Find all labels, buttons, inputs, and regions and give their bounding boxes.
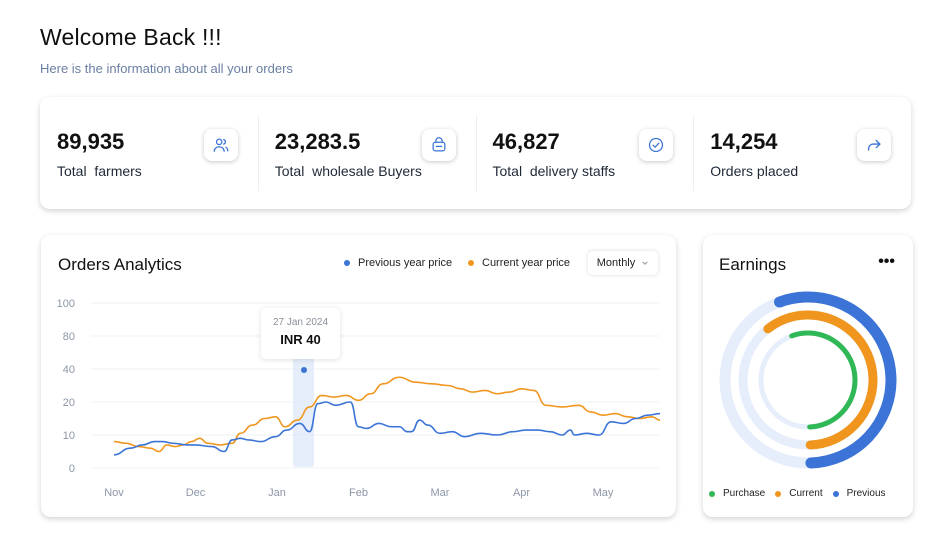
legend-dot xyxy=(775,490,782,497)
y-tick-label: 100 xyxy=(57,298,75,310)
stat-label: Total wholesale Buyers xyxy=(274,163,422,179)
y-tick-label: 80 xyxy=(63,331,75,343)
tooltip-date: 27 Jan 2024 xyxy=(272,317,329,328)
stat-label: Orders placed xyxy=(710,163,799,179)
stat-value: 14,254 xyxy=(710,129,778,154)
x-tick-label: Nov xyxy=(104,487,124,499)
page-title: Welcome Back !!! xyxy=(40,24,222,50)
legend-previous: Previous xyxy=(832,488,886,499)
users-icon[interactable] xyxy=(203,129,238,161)
x-tick-label: Dec xyxy=(186,487,206,499)
x-tick-label: Jan xyxy=(268,487,286,499)
series-current-line xyxy=(113,376,661,453)
x-tick-label: May xyxy=(593,487,614,499)
legend-purchase-label: Purchase xyxy=(723,488,766,499)
x-tick-label: Feb xyxy=(349,487,368,499)
legend-dot xyxy=(832,490,839,497)
share-icon[interactable] xyxy=(857,129,891,161)
orders-analytics-card: Orders Analytics Previous year price Cur… xyxy=(41,235,676,517)
earnings-legend: Purchase Current Previous xyxy=(709,488,886,499)
x-tick-label: Mar xyxy=(431,487,450,499)
stat-label: Total delivery staffs xyxy=(492,163,616,179)
earnings-rings-chart xyxy=(719,291,897,469)
legend-current-label: Current xyxy=(789,488,823,499)
y-tick-label: 40 xyxy=(63,364,75,376)
legend-dot xyxy=(709,490,715,497)
basket-icon[interactable] xyxy=(421,129,456,161)
stat-value: 89,935 xyxy=(57,129,125,154)
stat-orders-placed: 14,254 Orders placed xyxy=(693,97,911,209)
stat-total-farmers: 89,935 Total farmers xyxy=(40,97,258,209)
tooltip-point xyxy=(301,367,307,373)
y-tick-label: 0 xyxy=(69,463,75,475)
series-previous-line xyxy=(113,401,661,456)
orders-line-chart: 100804020100Nov Dec Jan Feb Mar Apr May xyxy=(57,298,661,499)
stat-total-wholesale-buyers: 23,283.5 Total wholesale Buyers xyxy=(257,97,476,209)
earnings-card: Earnings ••• Purchase Current Previous xyxy=(703,235,913,517)
stat-total-delivery-staffs: 46,827 Total delivery staffs xyxy=(475,97,694,209)
legend-purchase: Purchase xyxy=(709,488,765,499)
legend-previous-label: Previous xyxy=(846,488,886,499)
page-subtitle: Here is the information about all your o… xyxy=(40,61,293,76)
stat-label: Total farmers xyxy=(57,163,142,179)
y-tick-label: 20 xyxy=(63,397,75,409)
y-tick-label: 10 xyxy=(63,430,75,442)
tooltip-value: INR 40 xyxy=(280,332,321,347)
check-circle-icon[interactable] xyxy=(639,129,674,161)
legend-current: Current xyxy=(775,488,823,499)
stat-value: 46,827 xyxy=(492,129,560,154)
x-tick-label: Apr xyxy=(513,487,530,499)
chart-tooltip: 27 Jan 2024 INR 40 xyxy=(261,308,340,359)
stats-card: 89,935 Total farmers 23,283.5 Total whol… xyxy=(40,97,911,209)
stat-value: 23,283.5 xyxy=(274,129,361,154)
